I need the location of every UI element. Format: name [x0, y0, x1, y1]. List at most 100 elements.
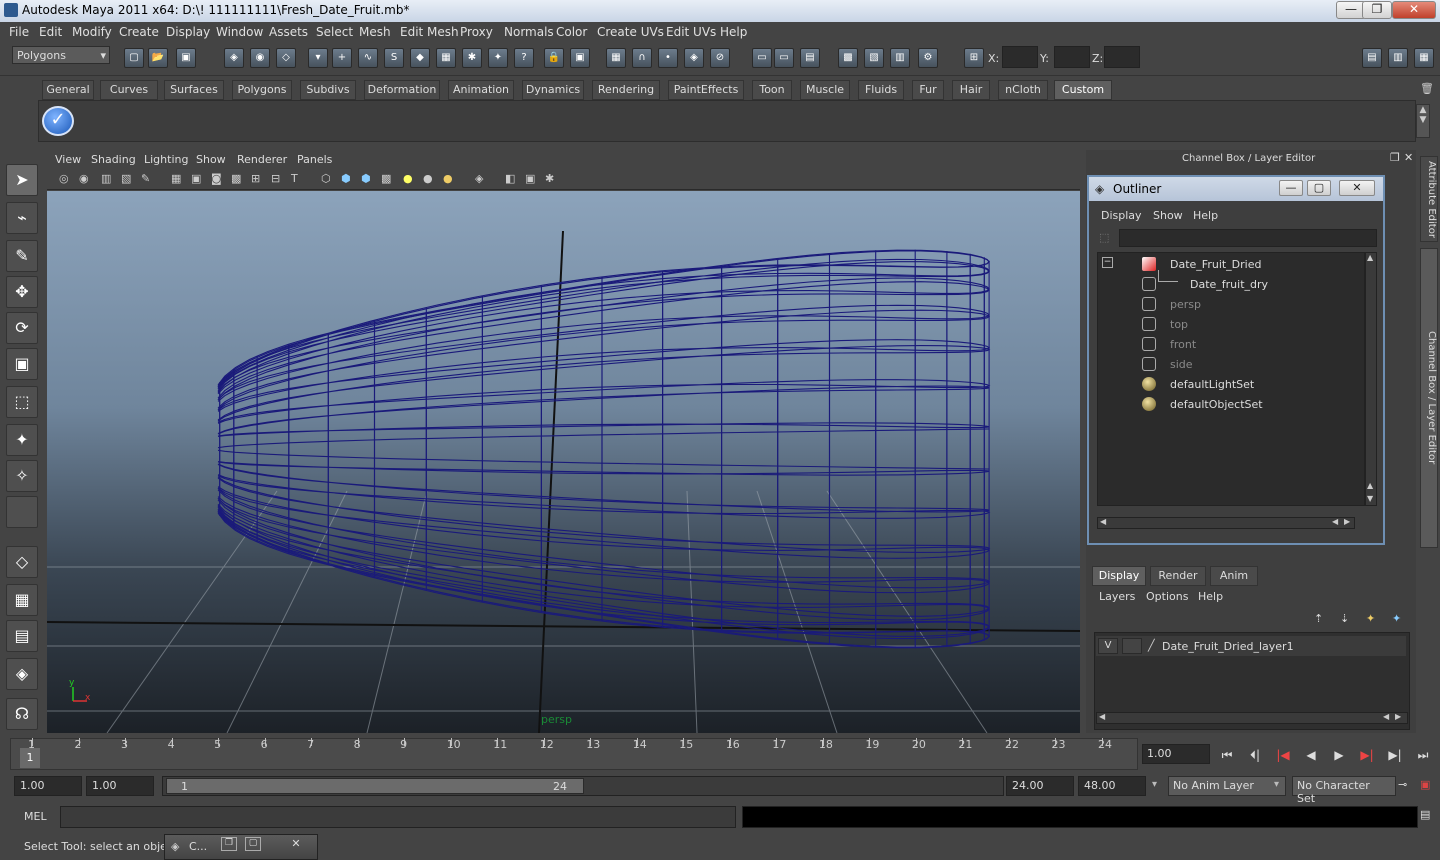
layer-menu-options[interactable]: Options — [1146, 590, 1188, 603]
shelf-tab-curves[interactable]: Curves — [100, 80, 158, 100]
outliner-menu-display[interactable]: Display — [1101, 209, 1142, 222]
panel-menu-shading[interactable]: Shading — [91, 153, 136, 166]
layer-tab-anim[interactable]: Anim — [1210, 566, 1258, 586]
last-tool-icon[interactable] — [6, 496, 38, 528]
perspective-viewport[interactable]: y x persp — [47, 191, 1080, 733]
grid-icon[interactable]: ▦ — [171, 172, 181, 185]
outliner-item[interactable]: side — [1098, 356, 1358, 374]
layer-tab-display[interactable]: Display — [1092, 566, 1146, 586]
command-language-label[interactable]: MEL — [24, 810, 47, 823]
menu-mesh[interactable]: Mesh — [359, 25, 391, 39]
shelf-tab-polygons[interactable]: Polygons — [232, 80, 292, 100]
ipr-render-icon[interactable]: ▥ — [890, 48, 910, 68]
restore-window-icon[interactable]: ❐ — [221, 837, 237, 851]
anim-layer-dropdown[interactable]: No Anim Layer — [1168, 776, 1286, 796]
transform-input-icon[interactable]: ⊞ — [964, 48, 984, 68]
outliner-item[interactable]: top — [1098, 316, 1358, 334]
select-component-icon[interactable]: ◇ — [276, 48, 296, 68]
select-misc-icon[interactable]: ? — [514, 48, 534, 68]
xray-joints-icon[interactable]: ▣ — [525, 172, 535, 185]
minimized-window[interactable]: ◈ C... ❐ ▢ ✕ — [164, 834, 318, 860]
open-scene-icon[interactable]: 📂 — [148, 48, 168, 68]
shelf-tab-fluids[interactable]: Fluids — [858, 80, 904, 100]
scroll-down-icon[interactable]: ▼ — [1367, 494, 1373, 503]
menu-modify[interactable]: Modify — [72, 25, 112, 39]
tab-attribute-editor[interactable]: Attribute Editor — [1420, 156, 1438, 242]
trash-icon[interactable]: 🗑 — [1418, 82, 1436, 98]
select-joints-icon[interactable]: ∿ — [358, 48, 378, 68]
shelf-tab-custom[interactable]: Custom — [1054, 80, 1112, 100]
four-view-layout-icon[interactable]: ▦ — [6, 584, 38, 616]
checkmark-shelf-icon[interactable]: ✓ — [42, 106, 74, 136]
maximize-button[interactable]: ❐ — [1362, 1, 1392, 19]
show-manipulator-icon[interactable]: ✧ — [6, 460, 38, 492]
go-to-start-icon[interactable]: ⏮ — [1216, 744, 1238, 766]
current-frame-field[interactable]: 1.00 — [1142, 744, 1210, 764]
default-lighting-icon[interactable]: ● — [403, 172, 413, 185]
layer-row[interactable]: V ╱ Date_Fruit_Dried_layer1 — [1096, 636, 1406, 656]
bookmarks-icon[interactable]: ▥ — [101, 172, 111, 185]
scroll-left-icon[interactable]: ◀ — [1332, 517, 1338, 526]
share-view-icon[interactable]: ✱ — [545, 172, 554, 185]
layer-menu-help[interactable]: Help — [1198, 590, 1223, 603]
outliner-item[interactable]: Date_fruit_dry — [1098, 270, 1358, 294]
outliner-menu-help[interactable]: Help — [1193, 209, 1218, 222]
layer-color-swatch-icon[interactable]: ╱ — [1148, 639, 1155, 652]
snap-grid-icon[interactable]: ▦ — [606, 48, 626, 68]
outliner-item[interactable]: defaultObjectSet — [1098, 396, 1358, 414]
close-button[interactable]: ✕ — [1392, 1, 1436, 19]
step-forward-key-icon[interactable]: ▶| — [1356, 744, 1378, 766]
textured-icon[interactable]: ▩ — [381, 172, 391, 185]
shelf-tab-animation[interactable]: Animation — [448, 80, 514, 100]
menu-create-uvs[interactable]: Create UVs — [597, 25, 664, 39]
smooth-shade-icon[interactable]: ⬢ — [341, 172, 351, 185]
scale-tool-icon[interactable]: ▣ — [6, 348, 38, 380]
hypershade-layout-icon[interactable]: ☊ — [6, 698, 38, 730]
snap-curve-icon[interactable]: ∩ — [632, 48, 652, 68]
pick-mask-icon[interactable]: ▾ — [308, 48, 328, 68]
scroll-left-icon[interactable]: ◀ — [1100, 517, 1106, 526]
select-tool-icon[interactable]: ➤ — [6, 164, 38, 196]
move-layer-up-icon[interactable]: ⇡ — [1314, 612, 1323, 625]
persp-graph-layout-icon[interactable]: ◈ — [6, 658, 38, 690]
new-layer-selected-icon[interactable]: ✦ — [1392, 612, 1401, 625]
shelf-tab-subdivs[interactable]: Subdivs — [300, 80, 356, 100]
tab-channel-box[interactable]: Channel Box / Layer Editor — [1420, 248, 1438, 548]
panel-menu-view[interactable]: View — [55, 153, 81, 166]
z-field[interactable] — [1104, 46, 1140, 68]
step-back-key-icon[interactable]: |◀ — [1272, 744, 1294, 766]
layer-visibility-toggle[interactable]: V — [1098, 638, 1118, 654]
camera-select-icon[interactable]: ◎ — [59, 172, 69, 185]
animation-end-field[interactable]: 48.00 — [1078, 776, 1146, 796]
select-handles-icon[interactable]: + — [332, 48, 352, 68]
menu-select[interactable]: Select — [316, 25, 353, 39]
select-rendering-icon[interactable]: ✦ — [488, 48, 508, 68]
menu-display[interactable]: Display — [166, 25, 210, 39]
shelf-tab-surfaces[interactable]: Surfaces — [164, 80, 224, 100]
shadows-icon[interactable]: ● — [443, 172, 453, 185]
shelf-tab-fur[interactable]: Fur — [912, 80, 944, 100]
menu-assets[interactable]: Assets — [269, 25, 308, 39]
outliner-item[interactable]: defaultLightSet — [1098, 376, 1358, 394]
tool-settings-icon[interactable]: ▥ — [1388, 48, 1408, 68]
maximize-window-icon[interactable]: ▢ — [245, 837, 261, 851]
animation-start-field[interactable]: 1.00 — [14, 776, 82, 796]
scroll-left-icon[interactable]: ◀ — [1383, 712, 1389, 721]
channel-box-toggle-icon[interactable]: ▦ — [1414, 48, 1434, 68]
close-window-icon[interactable]: ✕ — [281, 837, 311, 851]
outliner-horizontal-scrollbar[interactable]: ◀ ◀ ▶ — [1097, 517, 1355, 529]
image-plane-icon[interactable]: ▧ — [121, 172, 131, 185]
shelf-tab-ncloth[interactable]: nCloth — [998, 80, 1048, 100]
menu-proxy[interactable]: Proxy — [460, 25, 493, 39]
auto-key-icon[interactable]: ⊸ — [1398, 778, 1407, 791]
outliner-menu-show[interactable]: Show — [1153, 209, 1183, 222]
go-to-end-icon[interactable]: ⏭ — [1412, 744, 1434, 766]
make-live-icon[interactable]: ⊘ — [710, 48, 730, 68]
step-back-frame-icon[interactable]: ⏴| — [1244, 744, 1266, 766]
shelf-tab-painteffects[interactable]: PaintEffects — [668, 80, 744, 100]
rotate-tool-icon[interactable]: ⟳ — [6, 312, 38, 344]
safe-action-icon[interactable]: ⊟ — [271, 172, 280, 185]
panel-menu-lighting[interactable]: Lighting — [144, 153, 188, 166]
playback-end-field[interactable]: 24.00 — [1006, 776, 1074, 796]
toggle-sidebar-icon[interactable]: ▤ — [1362, 48, 1382, 68]
